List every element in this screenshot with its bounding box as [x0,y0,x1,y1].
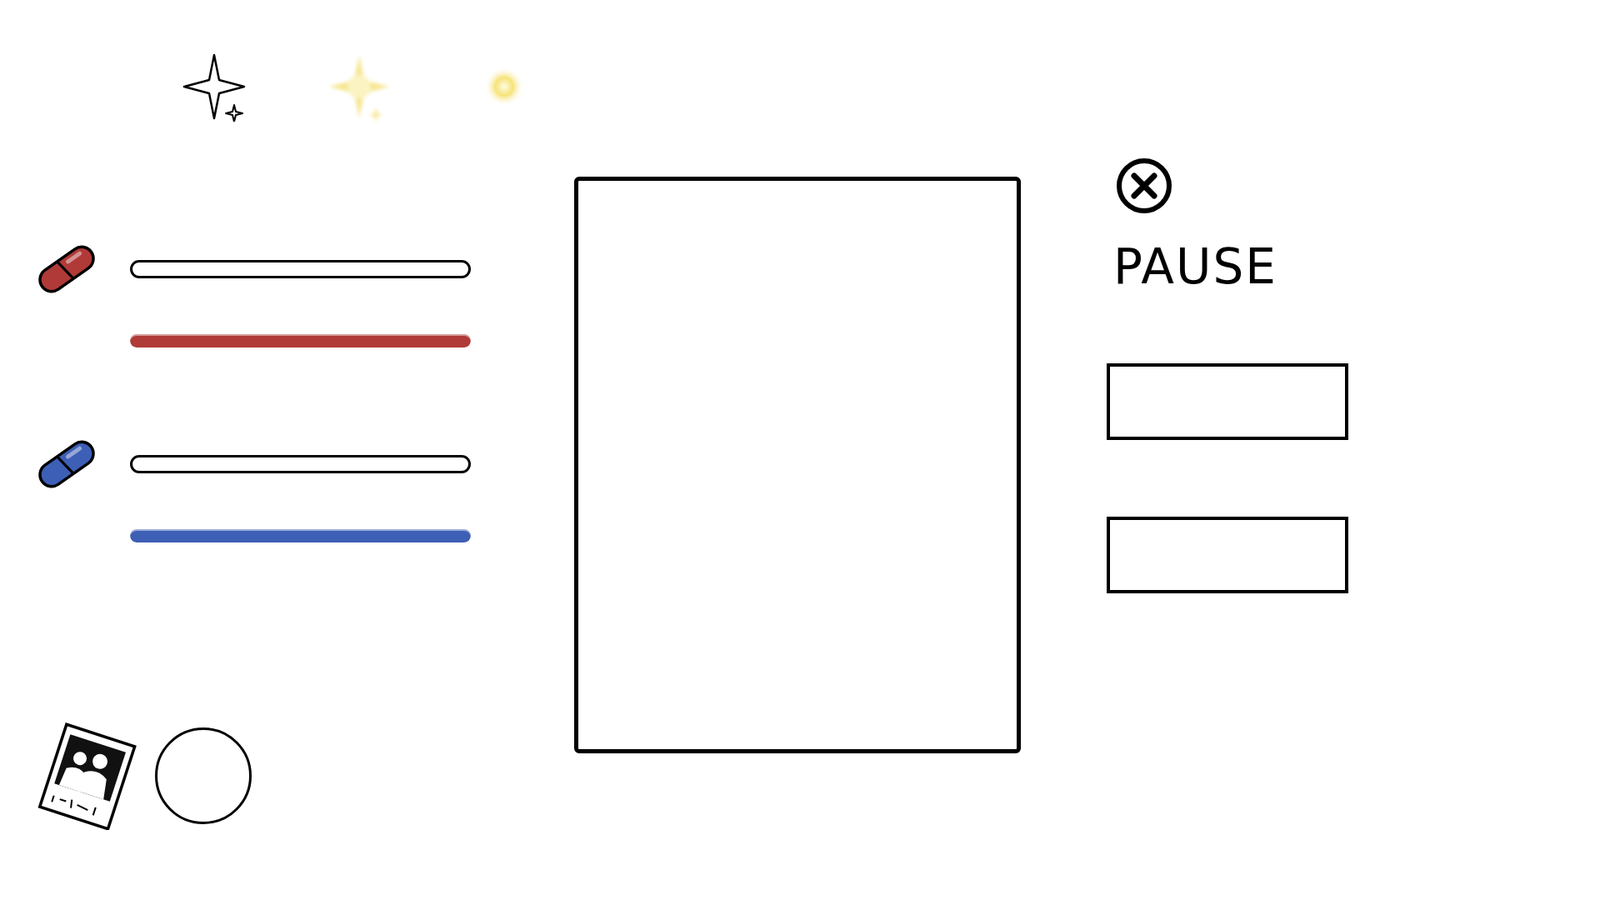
stat-bar-fill [130,529,471,543]
main-frame [574,176,1021,754]
pause-title: PAUSE [1106,236,1349,297]
pause-screen: PAUSE [0,0,1600,900]
pause-menu: PAUSE [1020,0,1349,900]
menu-button[interactable] [1106,516,1349,594]
stat-bar-track [130,260,471,279]
menu-button[interactable] [1106,363,1349,440]
stat-group [33,235,575,348]
star-rating [33,51,575,122]
stat-bar-track [130,455,471,474]
star-icon [179,51,250,122]
photo-icon [33,721,142,830]
stat-bar-fill [130,334,471,348]
inventory-row [33,721,575,830]
stat-group [33,430,575,543]
empty-slot[interactable] [155,727,252,825]
hud-panel [0,0,575,900]
glow-dot-icon [469,51,540,122]
pill-icon [33,430,100,498]
pill-icon [33,235,100,303]
glowing-star-icon [324,51,395,122]
close-icon[interactable] [1115,156,1174,215]
